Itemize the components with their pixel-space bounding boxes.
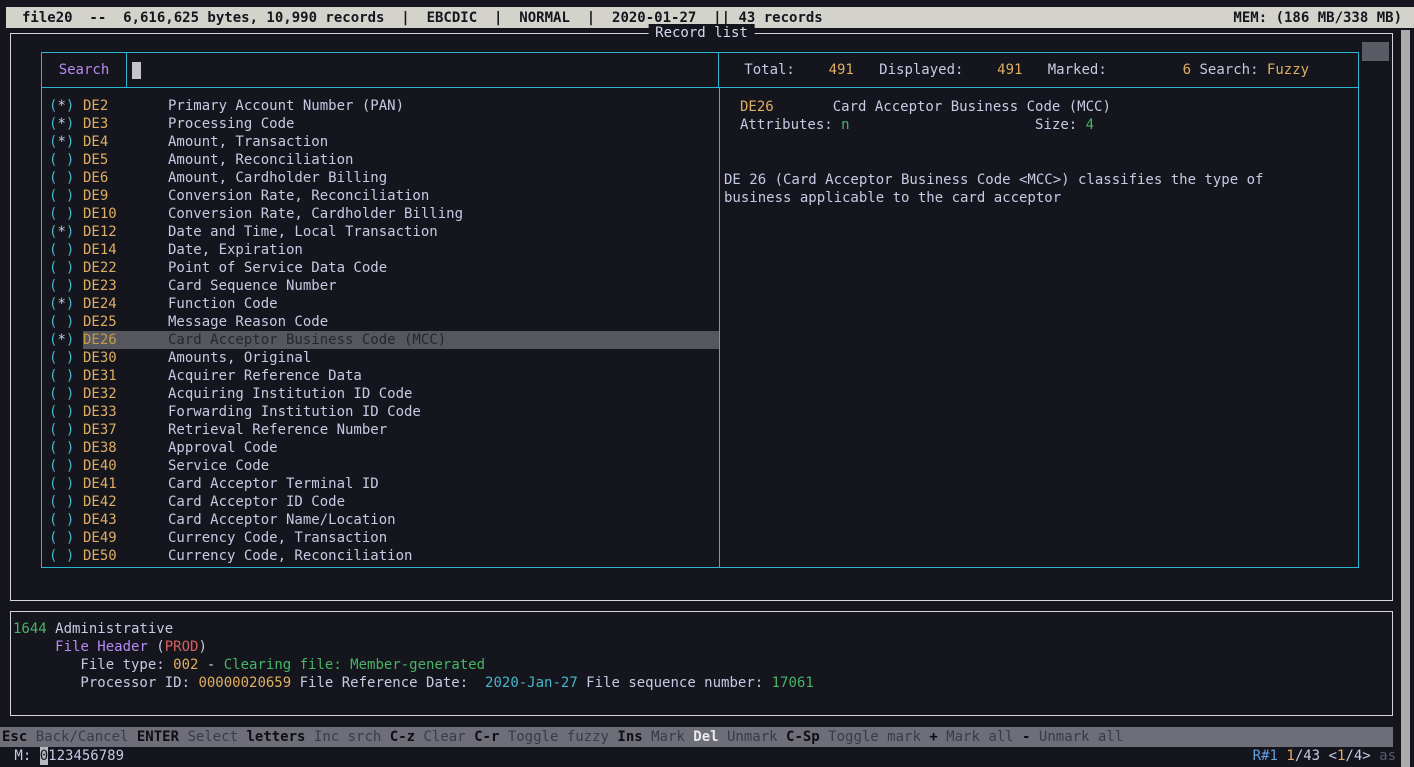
list-item[interactable]: ( )DE30Amounts, Original	[42, 349, 719, 367]
list-item[interactable]: ( )DE6Amount, Cardholder Billing	[42, 169, 719, 187]
list-item[interactable]: ( )DE33Forwarding Institution ID Code	[42, 403, 719, 421]
mark-checkbox: ( )	[49, 241, 83, 259]
preview-line: 1644 Administrative	[13, 620, 1392, 638]
mark-checkbox: ( )	[49, 439, 83, 457]
search-label: Search	[42, 53, 127, 87]
mark-checkbox: ( )	[49, 259, 83, 277]
list-split-area: (*)DE2Primary Account Number (PAN)(*)DE3…	[41, 88, 1359, 568]
mark-checkbox: ( )	[49, 187, 83, 205]
record-list: (*)DE2Primary Account Number (PAN)(*)DE3…	[42, 88, 720, 567]
list-item[interactable]: ( )DE38Approval Code	[42, 439, 719, 457]
list-item[interactable]: ( )DE22Point of Service Data Code	[42, 259, 719, 277]
mark-checkbox: ( )	[49, 313, 83, 331]
mark-checkbox: ( )	[49, 457, 83, 475]
mark-checkbox: ( )	[49, 493, 83, 511]
list-item[interactable]: (*)DE12Date and Time, Local Transaction	[42, 223, 719, 241]
search-input[interactable]	[127, 53, 718, 87]
key-hint: + Mark all	[929, 728, 1022, 746]
panel-title: Record list	[648, 24, 755, 42]
text-cursor	[132, 62, 141, 79]
list-item[interactable]: ( )DE49Currency Code, Transaction	[42, 529, 719, 547]
list-item[interactable]: (*)DE26Card Acceptor Business Code (MCC)	[42, 331, 719, 349]
key-hint: C-r Toggle fuzzy	[474, 728, 617, 746]
detail-description-line2: business applicable to the card acceptor	[720, 189, 1358, 207]
position-indicator: R#1 1/43 <1/4> as	[1253, 747, 1396, 765]
list-item[interactable]: ( )DE37Retrieval Reference Number	[42, 421, 719, 439]
key-hint: C-Sp Toggle mark	[786, 728, 929, 746]
list-item[interactable]: ( )DE41Card Acceptor Terminal ID	[42, 475, 719, 493]
key-hint: Del Unmark	[693, 728, 786, 746]
mark-checkbox: ( )	[49, 385, 83, 403]
mark-checkbox: ( )	[49, 367, 83, 385]
mark-checkbox: (*)	[49, 97, 83, 115]
mark-checkbox: ( )	[49, 475, 83, 493]
list-item[interactable]: (*)DE2Primary Account Number (PAN)	[42, 97, 719, 115]
list-stats: Total: 491 Displayed: 491 Marked: 6 Sear…	[718, 53, 1358, 87]
mark-checkbox: ( )	[49, 547, 83, 565]
mark-prefix: M:	[6, 748, 40, 764]
list-item[interactable]: ( )DE32Acquiring Institution ID Code	[42, 385, 719, 403]
list-item[interactable]: ( )DE10Conversion Rate, Cardholder Billi…	[42, 205, 719, 223]
search-row: Search Total: 491 Displayed: 491 Marked:…	[41, 52, 1359, 88]
mark-checkbox: ( )	[49, 277, 83, 295]
key-hint: - Unmark all	[1022, 728, 1132, 746]
mark-checkbox: ( )	[49, 151, 83, 169]
list-item[interactable]: ( )DE5Amount, Reconciliation	[42, 151, 719, 169]
list-item[interactable]: ( )DE25Message Reason Code	[42, 313, 719, 331]
mark-checkbox: ( )	[49, 421, 83, 439]
key-hint: letters Inc srch	[246, 728, 389, 746]
record-list-panel: Record list Search Total: 491 Displayed:…	[10, 33, 1393, 601]
list-item[interactable]: ( )DE9Conversion Rate, Reconciliation	[42, 187, 719, 205]
record-preview: 1644 Administrative File Header (PROD) F…	[10, 611, 1393, 716]
detail-description-line1: DE 26 (Card Acceptor Business Code <MCC>…	[720, 171, 1358, 189]
detail-panel: DE26 Card Acceptor Business Code (MCC) A…	[720, 88, 1358, 567]
mark-checkbox: ( )	[49, 349, 83, 367]
list-item[interactable]: ( )DE14Date, Expiration	[42, 241, 719, 259]
terminal-scrollbar[interactable]	[1401, 30, 1410, 767]
mark-checkbox: (*)	[49, 223, 83, 241]
list-item[interactable]: (*)DE4Amount, Transaction	[42, 133, 719, 151]
preview-line: File type: 002 - Clearing file: Member-g…	[13, 656, 1392, 674]
mark-checkbox: (*)	[49, 133, 83, 151]
bottom-line: M: 0123456789 R#1 1/43 <1/4> as	[0, 747, 1414, 767]
mark-indicator: M: 0123456789	[6, 747, 124, 765]
panel-scrollbar-thumb[interactable]	[1362, 42, 1389, 61]
list-item[interactable]: ( )DE23Card Sequence Number	[42, 277, 719, 295]
key-hint: Ins Mark	[617, 728, 693, 746]
mark-checkbox: ( )	[49, 511, 83, 529]
keybinding-bar: Esc Back/Cancel ENTER Select letters Inc…	[0, 727, 1393, 747]
key-hint: Esc Back/Cancel	[2, 728, 137, 746]
mark-checkbox: (*)	[49, 331, 83, 349]
preview-line: Processor ID: 00000020659 File Reference…	[13, 674, 1392, 692]
key-hint: ENTER Select	[137, 728, 247, 746]
list-item[interactable]: (*)DE3Processing Code	[42, 115, 719, 133]
mark-checkbox: ( )	[49, 169, 83, 187]
mark-checkbox: (*)	[49, 115, 83, 133]
preview-line: File Header (PROD)	[13, 638, 1392, 656]
mark-checkbox: (*)	[49, 295, 83, 313]
mark-checkbox: ( )	[49, 205, 83, 223]
list-item[interactable]: (*)DE24Function Code	[42, 295, 719, 313]
memory-usage: MEM: (186 MB/338 MB)	[1233, 9, 1402, 27]
list-item[interactable]: ( )DE43Card Acceptor Name/Location	[42, 511, 719, 529]
mark-checkbox: ( )	[49, 403, 83, 421]
key-hint: C-z Clear	[390, 728, 474, 746]
list-item[interactable]: ( )DE31Acquirer Reference Data	[42, 367, 719, 385]
mark-cursor: 0	[40, 747, 48, 765]
mark-digits: 123456789	[48, 748, 124, 764]
mark-checkbox: ( )	[49, 529, 83, 547]
list-item[interactable]: ( )DE42Card Acceptor ID Code	[42, 493, 719, 511]
detail-header: DE26 Card Acceptor Business Code (MCC)	[720, 98, 1358, 116]
list-item[interactable]: ( )DE50Currency Code, Reconciliation	[42, 547, 719, 565]
list-item[interactable]: ( )DE40Service Code	[42, 457, 719, 475]
detail-attributes: Attributes: n Size: 4	[720, 116, 1358, 134]
